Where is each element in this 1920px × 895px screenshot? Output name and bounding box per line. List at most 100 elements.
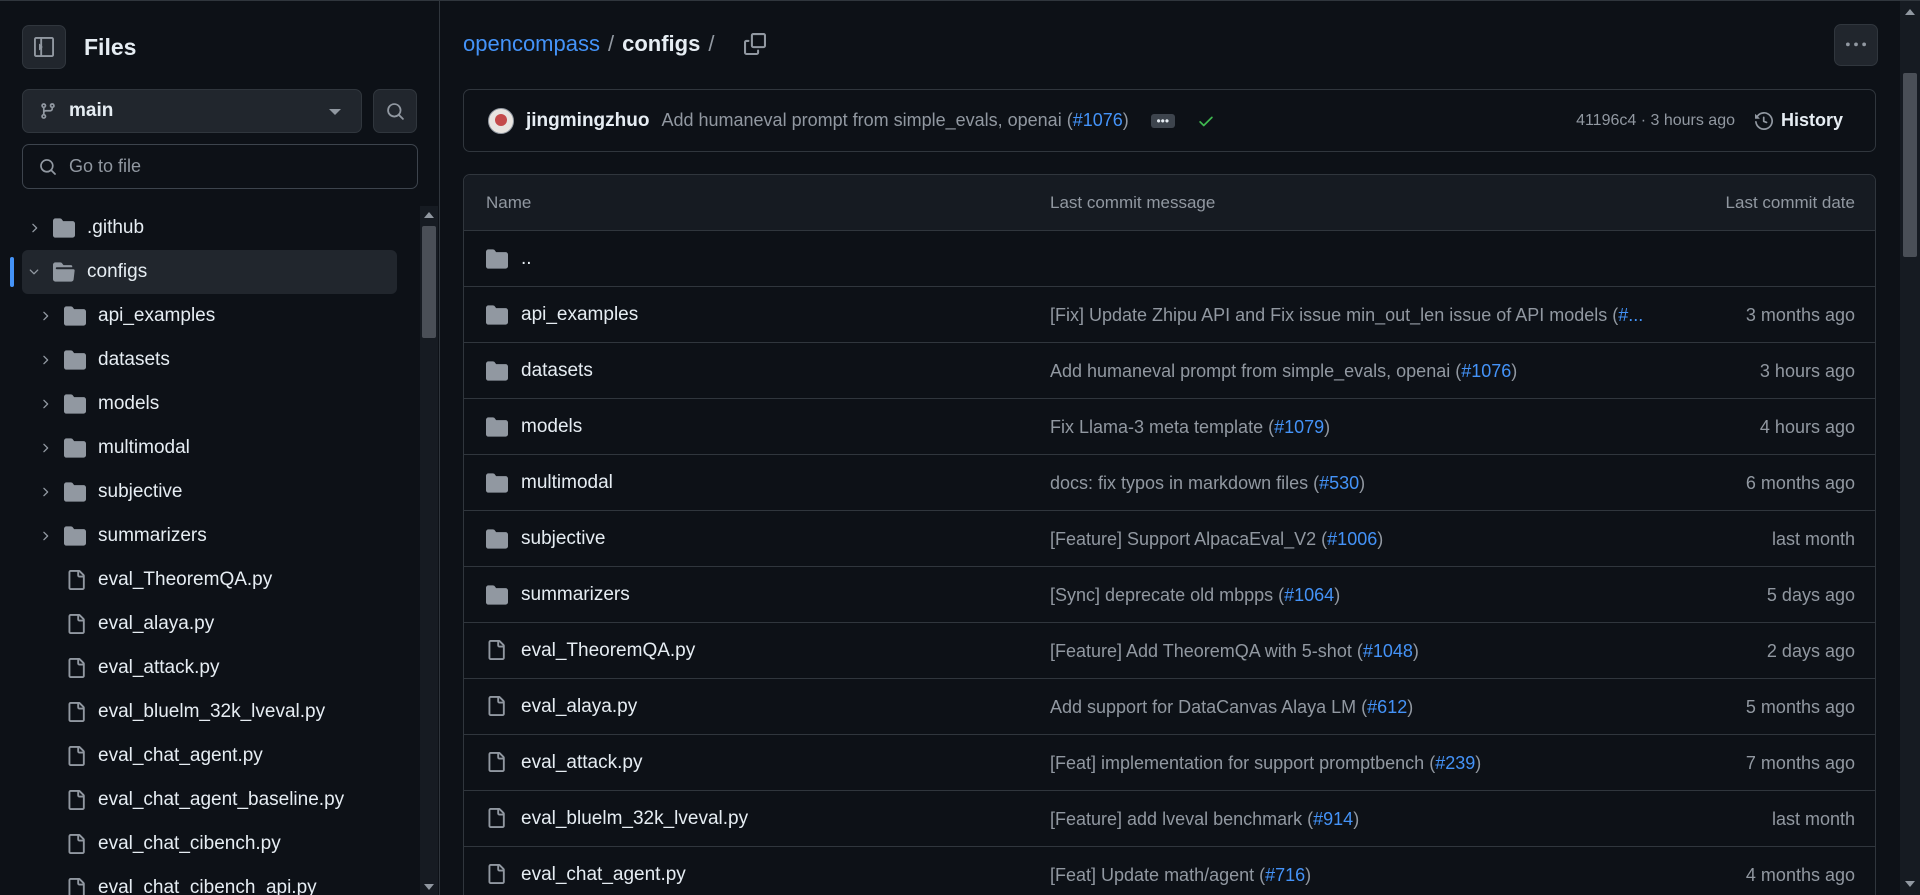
- table-row[interactable]: eval_TheoremQA.py [Feature] Add TheoremQA…: [464, 623, 1875, 679]
- pr-link[interactable]: #1064: [1284, 585, 1334, 605]
- commit-date[interactable]: 6 months ago: [1746, 473, 1855, 494]
- scroll-down-arrow-icon[interactable]: [424, 884, 434, 890]
- table-row[interactable]: eval_attack.py [Feat] implementation for …: [464, 735, 1875, 791]
- sidebar-item-configs[interactable]: configs: [10, 250, 397, 294]
- commit-message[interactable]: Add humaneval prompt from simple_evals, …: [661, 110, 1128, 131]
- file-name-link[interactable]: eval_alaya.py: [521, 696, 637, 718]
- commit-date[interactable]: 4 hours ago: [1760, 417, 1855, 438]
- collapse-sidebar-button[interactable]: [22, 25, 66, 69]
- sidebar-item-models[interactable]: models: [0, 382, 400, 426]
- file-name-link[interactable]: eval_chat_agent.py: [521, 864, 686, 886]
- go-to-file-field[interactable]: [22, 144, 418, 189]
- commit-message-link[interactable]: docs: fix typos in markdown files (#530): [1050, 473, 1365, 494]
- commit-message-link[interactable]: [Feature] add lveval benchmark (#914): [1050, 809, 1359, 830]
- sidebar-item-eval-attack-py[interactable]: eval_attack.py: [0, 646, 400, 690]
- chevron-right-icon[interactable]: [38, 529, 52, 543]
- scroll-up-arrow-icon[interactable]: [424, 212, 434, 218]
- scroll-up-arrow-icon[interactable]: [1905, 9, 1915, 15]
- commit-message-link[interactable]: Add support for DataCanvas Alaya LM (#61…: [1050, 697, 1413, 718]
- commit-date[interactable]: last month: [1772, 809, 1855, 830]
- go-to-file-input[interactable]: [69, 156, 399, 177]
- sidebar-item-eval-bluelm-32k-lveval-py[interactable]: eval_bluelm_32k_lveval.py: [0, 690, 400, 734]
- search-files-button[interactable]: [373, 89, 417, 133]
- file-name-link[interactable]: subjective: [521, 528, 606, 550]
- file-name-link[interactable]: api_examples: [521, 304, 638, 326]
- table-row[interactable]: api_examples [Fix] Update Zhipu API and F…: [464, 287, 1875, 343]
- commit-date[interactable]: 5 days ago: [1767, 585, 1855, 606]
- chevron-right-icon[interactable]: [38, 397, 52, 411]
- commit-date[interactable]: 3 months ago: [1746, 305, 1855, 326]
- history-button[interactable]: History: [1754, 110, 1843, 131]
- chevron-right-icon[interactable]: [38, 441, 52, 455]
- file-name-link[interactable]: eval_attack.py: [521, 752, 642, 774]
- pr-link[interactable]: #530: [1319, 473, 1359, 493]
- avatar[interactable]: [488, 107, 514, 134]
- sidebar-item-eval-chat-agent-py[interactable]: eval_chat_agent.py: [0, 734, 400, 778]
- file-name-link[interactable]: summarizers: [521, 584, 630, 606]
- sidebar-item-eval-chat-cibench-api-py[interactable]: eval_chat_cibench_api.py: [0, 866, 400, 895]
- chevron-right-icon[interactable]: [38, 353, 52, 367]
- commit-date[interactable]: last month: [1772, 529, 1855, 550]
- table-row[interactable]: eval_chat_agent.py [Feat] Update math/age…: [464, 847, 1875, 895]
- branch-selector[interactable]: main: [22, 89, 362, 133]
- pr-link[interactable]: #...: [1618, 305, 1643, 325]
- commit-message-link[interactable]: Fix Llama-3 meta template (#1079): [1050, 417, 1330, 438]
- commit-date[interactable]: 5 months ago: [1746, 697, 1855, 718]
- file-name-link[interactable]: eval_bluelm_32k_lveval.py: [521, 808, 748, 830]
- commit-date[interactable]: 3 hours ago: [1760, 361, 1855, 382]
- page-scrollbar[interactable]: [1900, 1, 1920, 895]
- chevron-right-icon[interactable]: [38, 485, 52, 499]
- scrollbar-thumb[interactable]: [1903, 73, 1917, 257]
- commit-message-link[interactable]: [Feature] Add TheoremQA with 5-shot (#10…: [1050, 641, 1419, 662]
- sidebar-item-eval-theoremqa-py[interactable]: eval_TheoremQA.py: [0, 558, 400, 602]
- pr-link[interactable]: #1048: [1363, 641, 1413, 661]
- commit-message-link[interactable]: Add humaneval prompt from simple_evals, …: [1050, 361, 1517, 382]
- pr-link[interactable]: #1006: [1327, 529, 1377, 549]
- commit-date[interactable]: 2 days ago: [1767, 641, 1855, 662]
- scrollbar-thumb[interactable]: [422, 226, 436, 338]
- file-name-link[interactable]: eval_TheoremQA.py: [521, 640, 695, 662]
- sidebar-item-eval-chat-cibench-py[interactable]: eval_chat_cibench.py: [0, 822, 400, 866]
- table-row[interactable]: eval_alaya.py Add support for DataCanvas …: [464, 679, 1875, 735]
- pr-link[interactable]: #1076: [1461, 361, 1511, 381]
- sidebar-item-eval-chat-agent-baseline-py[interactable]: eval_chat_agent_baseline.py: [0, 778, 400, 822]
- table-row[interactable]: models Fix Llama-3 meta template (#1079) 4…: [464, 399, 1875, 455]
- commit-date[interactable]: 7 months ago: [1746, 753, 1855, 774]
- sidebar-item-subjective[interactable]: subjective: [0, 470, 400, 514]
- sidebar-item--github[interactable]: .github: [0, 206, 400, 250]
- file-name-link[interactable]: multimodal: [521, 472, 613, 494]
- status-check-icon[interactable]: [1197, 112, 1215, 130]
- pr-link[interactable]: #1079: [1274, 417, 1324, 437]
- pr-link[interactable]: #239: [1435, 753, 1475, 773]
- pr-link[interactable]: #914: [1313, 809, 1353, 829]
- commit-message-link[interactable]: [Feat] Update math/agent (#716): [1050, 865, 1311, 886]
- expand-commit-message-button[interactable]: •••: [1150, 113, 1175, 128]
- commit-sha-time[interactable]: 41196c4 · 3 hours ago: [1576, 112, 1735, 130]
- sidebar-item-api-examples[interactable]: api_examples: [0, 294, 400, 338]
- commit-message-link[interactable]: [Feat] implementation for support prompt…: [1050, 753, 1481, 774]
- parent-directory-label[interactable]: ..: [521, 248, 532, 270]
- file-name-link[interactable]: datasets: [521, 360, 593, 382]
- breadcrumb-repo-link[interactable]: opencompass: [463, 31, 600, 57]
- table-row[interactable]: multimodal docs: fix typos in markdown fi…: [464, 455, 1875, 511]
- chevron-right-icon[interactable]: [38, 309, 52, 323]
- parent-directory-row[interactable]: ..: [464, 231, 1875, 287]
- pr-link[interactable]: #612: [1367, 697, 1407, 717]
- scroll-down-arrow-icon[interactable]: [1905, 881, 1915, 887]
- sidebar-item-summarizers[interactable]: summarizers: [0, 514, 400, 558]
- chevron-right-icon[interactable]: [27, 221, 41, 235]
- sidebar-item-datasets[interactable]: datasets: [0, 338, 400, 382]
- commit-message-link[interactable]: [Sync] deprecate old mbpps (#1064): [1050, 585, 1340, 606]
- copy-path-button[interactable]: [744, 33, 767, 55]
- sidebar-scrollbar[interactable]: [420, 206, 438, 895]
- commit-date[interactable]: 4 months ago: [1746, 865, 1855, 886]
- commit-author[interactable]: jingmingzhuo: [526, 110, 649, 132]
- table-row[interactable]: eval_bluelm_32k_lveval.py [Feature] add l…: [464, 791, 1875, 847]
- commit-message-link[interactable]: [Fix] Update Zhipu API and Fix issue min…: [1050, 305, 1643, 326]
- table-row[interactable]: subjective [Feature] Support AlpacaEval_V…: [464, 511, 1875, 567]
- table-row[interactable]: summarizers [Sync] deprecate old mbpps (#…: [464, 567, 1875, 623]
- commit-message-link[interactable]: [Feature] Support AlpacaEval_V2 (#1006): [1050, 529, 1383, 550]
- file-name-link[interactable]: models: [521, 416, 582, 438]
- sidebar-item-eval-alaya-py[interactable]: eval_alaya.py: [0, 602, 400, 646]
- pr-link[interactable]: #716: [1265, 865, 1305, 885]
